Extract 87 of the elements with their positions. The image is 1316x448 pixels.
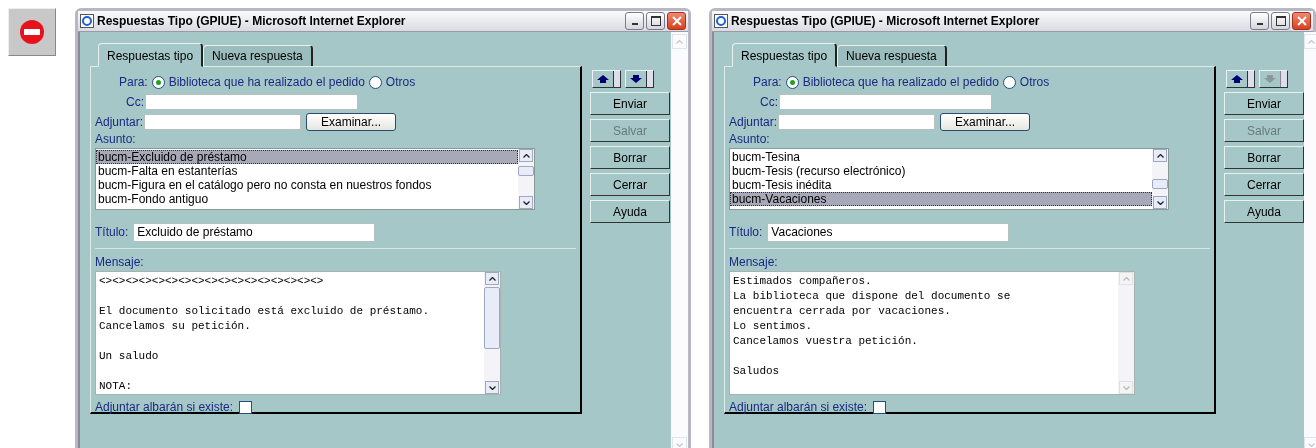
option-label: Otros	[385, 75, 416, 89]
field-label: Adjuntar albarán si existe:	[95, 400, 234, 414]
title-field[interactable]: Vacaciones	[767, 222, 1010, 242]
cc-field[interactable]	[145, 94, 358, 110]
action-button[interactable]: Enviar	[590, 92, 670, 115]
browse-button[interactable]: Examinar...	[306, 113, 397, 131]
chevron-down-icon	[1308, 442, 1315, 447]
checkbox[interactable]	[873, 400, 887, 414]
up-arrow-icon	[1230, 74, 1244, 84]
scrollbar[interactable]	[1152, 149, 1168, 209]
field-label: Mensaje:	[95, 255, 145, 269]
stop-button[interactable]	[8, 8, 56, 56]
radio-button[interactable]	[151, 75, 165, 89]
file-field[interactable]	[778, 114, 936, 130]
list-item[interactable]: bucm-Figura en el catálogo pero no consta en nuestros fondos	[96, 178, 518, 192]
field-label: Título:	[729, 225, 763, 239]
option-label: Biblioteca que ha realizado el pedido	[802, 75, 999, 89]
close-icon	[1296, 16, 1307, 26]
scrollbar[interactable]	[518, 149, 534, 209]
field-label: Asunto:	[729, 132, 771, 146]
minimize-button[interactable]	[1250, 12, 1269, 30]
chevron-down-icon	[1156, 200, 1164, 205]
page-scrollbar[interactable]	[1304, 32, 1316, 448]
chevron-up-icon	[522, 153, 530, 158]
chevron-down-icon	[676, 442, 683, 447]
list-item[interactable]: bucm-Falta en estanterías	[96, 164, 518, 178]
browser-icon	[80, 14, 94, 28]
field-label: Para:	[119, 75, 148, 89]
down-arrow-icon	[629, 74, 643, 84]
action-button[interactable]: Cerrar	[590, 173, 670, 196]
tab[interactable]: Nueva respuesta	[203, 45, 313, 66]
field-label: Cc:	[760, 95, 778, 109]
list-item[interactable]: bucm-Tesis inédita	[730, 178, 1152, 192]
field-label: Título:	[95, 225, 129, 239]
tab[interactable]: Respuestas tipo	[98, 43, 204, 67]
action-button[interactable]: Cerrar	[1224, 173, 1304, 196]
close-button[interactable]	[1292, 12, 1311, 30]
close-icon	[671, 16, 682, 26]
minimize-button[interactable]	[625, 12, 644, 30]
stop-icon	[19, 19, 45, 45]
navigation-button[interactable]	[1226, 70, 1255, 88]
file-field[interactable]	[144, 114, 302, 130]
action-button[interactable]: Borrar	[590, 146, 670, 169]
radio-button[interactable]	[785, 75, 799, 89]
tab[interactable]: Nueva respuesta	[837, 45, 947, 66]
option-label: Biblioteca que ha realizado el pedido	[168, 75, 365, 89]
chevron-up-icon	[1156, 153, 1164, 158]
navigation-button[interactable]	[625, 70, 654, 88]
maximize-icon	[1275, 16, 1286, 26]
list-item[interactable]: bucm-Fondo antiguo	[96, 192, 518, 206]
option-label: Otros	[1019, 75, 1050, 89]
browse-button[interactable]: Examinar...	[940, 113, 1031, 131]
checkbox[interactable]	[239, 400, 253, 414]
list-item[interactable]: bucm-Excluido de préstamo	[96, 150, 518, 164]
chevron-up-icon	[1308, 39, 1315, 44]
chevron-up-icon	[676, 39, 683, 44]
field-label: Para:	[753, 75, 782, 89]
action-button[interactable]: Ayuda	[590, 200, 670, 223]
maximize-icon	[650, 16, 661, 26]
radio-button[interactable]	[368, 75, 382, 89]
maximize-button[interactable]	[1271, 12, 1290, 30]
navigation-button[interactable]	[592, 70, 621, 88]
cc-field[interactable]	[779, 94, 992, 110]
field-label: Adjuntar:	[95, 115, 144, 129]
close-button[interactable]	[667, 12, 686, 30]
up-arrow-icon	[596, 74, 610, 84]
field-label: Adjuntar albarán si existe:	[729, 400, 868, 414]
tab[interactable]: Respuestas tipo	[732, 43, 838, 67]
field-label: Cc:	[126, 95, 144, 109]
window-title: Respuestas Tipo (GPIUE) - Microsoft Internet Explorer	[731, 14, 1041, 28]
chevron-down-icon	[522, 200, 530, 205]
page-scrollbar[interactable]	[671, 32, 688, 448]
list-item[interactable]: bucm-Tesina	[730, 150, 1152, 164]
field-label: Adjuntar:	[729, 115, 778, 129]
title-field[interactable]: Excluido de préstamo	[133, 222, 376, 242]
down-arrow-icon	[1263, 74, 1277, 84]
action-button[interactable]: Enviar	[1224, 92, 1304, 115]
maximize-button[interactable]	[646, 12, 665, 30]
list-item[interactable]: bucm-Vacaciones	[730, 192, 1152, 206]
radio-button[interactable]	[1002, 75, 1016, 89]
action-button[interactable]: Borrar	[1224, 146, 1304, 169]
list-item[interactable]: bucm-Tesis (recurso electrónico)	[730, 164, 1152, 178]
field-label: Asunto:	[95, 132, 137, 146]
action-button[interactable]: Ayuda	[1224, 200, 1304, 223]
browser-icon	[714, 14, 728, 28]
field-label: Mensaje:	[729, 255, 779, 269]
window-title: Respuestas Tipo (GPIUE) - Microsoft Internet Explorer	[97, 14, 407, 28]
